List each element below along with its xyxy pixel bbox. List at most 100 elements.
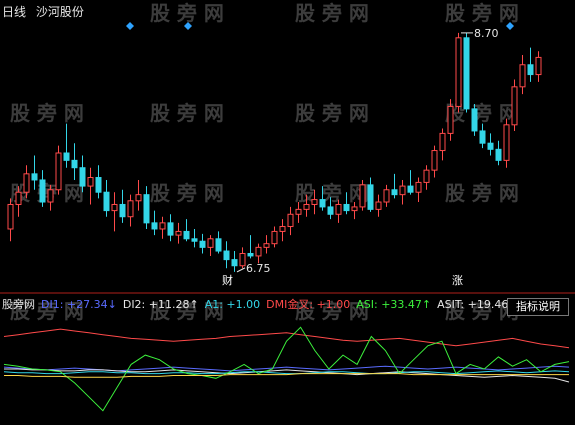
indicator-line-DI2 <box>4 368 570 383</box>
candle-down <box>471 108 478 132</box>
candle-up <box>135 194 142 202</box>
candle-up <box>383 189 390 203</box>
low-price-pointer <box>236 267 246 273</box>
candle-down <box>391 189 398 196</box>
candle-up <box>159 222 166 230</box>
candle-up <box>423 169 430 183</box>
candlestick-series <box>7 32 542 272</box>
candle-up <box>375 201 382 210</box>
candle-down <box>71 159 78 169</box>
indicator-legend: 股旁网 DI1: +27.34↓ DI2: +11.28↑ A1: +1.00 DMI金… <box>2 298 560 312</box>
candle-down <box>151 222 158 230</box>
stock-name: 沙河股份 <box>35 5 84 19</box>
watermark-text: 股 旁 网 <box>150 181 224 205</box>
candle-down <box>79 167 86 187</box>
chart-title: 日线 沙河股份 <box>2 3 84 20</box>
watermark-text: 股 旁 网 <box>10 101 84 125</box>
candle-up <box>263 243 270 248</box>
candle-down <box>247 252 254 257</box>
candle-up <box>207 238 214 248</box>
candle-up <box>287 213 294 228</box>
indicator-label: DI1: +27.34↓ <box>41 298 117 311</box>
candle-down <box>223 250 230 261</box>
indicator-label: ASI: +33.47↑ <box>356 298 432 311</box>
indicator-lines <box>3 326 570 412</box>
candle-down <box>327 206 334 215</box>
indicator-help-button[interactable]: 指标说明 <box>507 298 569 316</box>
watermark-text: 股 旁 网 <box>445 1 519 25</box>
candle-up <box>175 230 182 236</box>
candle-up <box>447 105 454 134</box>
candle-down <box>63 152 70 161</box>
watermark-text: 股 旁 网 <box>295 101 369 125</box>
indicator-label: 股旁网 <box>2 298 35 311</box>
candle-down <box>199 240 206 248</box>
candle-up <box>519 64 526 88</box>
diamond-signal-marker <box>126 22 134 30</box>
candle-up <box>439 132 446 152</box>
candle-up <box>15 191 22 205</box>
candle-up <box>399 185 406 196</box>
candle-down <box>231 259 238 267</box>
candle-up <box>271 230 278 245</box>
candle-up <box>111 203 118 212</box>
candle-down <box>39 179 46 203</box>
candle-up <box>431 150 438 171</box>
candle-up <box>511 86 518 126</box>
candle-up <box>23 173 30 193</box>
candle-down <box>487 142 494 150</box>
candle-down <box>495 148 502 161</box>
watermark-text: 股 旁 网 <box>150 101 224 125</box>
candle-down <box>95 177 102 193</box>
candle-up <box>455 37 462 107</box>
period-label: 日线 <box>2 5 27 19</box>
indicator-label: DMI金叉: +1.00 <box>266 298 351 311</box>
candle-up <box>47 189 54 203</box>
candle-down <box>527 64 534 76</box>
watermark-text: 股 旁 网 <box>295 1 369 25</box>
candle-down <box>103 191 110 212</box>
candle-up <box>55 152 62 191</box>
chart-canvas: 股 旁 网股 旁 网股 旁 网股 旁 网股 旁 网股 旁 网股 旁 网股 旁 网… <box>0 1 575 412</box>
candle-up <box>279 226 286 232</box>
candle-down <box>183 230 190 240</box>
indicator-line-DMI金叉 <box>3 328 570 349</box>
candle-down <box>215 238 222 252</box>
candle-up <box>359 184 366 208</box>
candle-down <box>143 194 150 224</box>
candle-down <box>343 203 350 212</box>
candle-up <box>415 181 422 193</box>
candle-up <box>311 199 318 205</box>
indicator-line-A1 <box>3 370 570 375</box>
candle-up <box>255 246 262 257</box>
indicator-label: A1: +1.00 <box>204 298 261 311</box>
candle-down <box>319 199 326 208</box>
candle-up <box>7 203 14 230</box>
candle-down <box>119 203 126 218</box>
candle-down <box>167 222 174 236</box>
candle-up <box>335 203 342 215</box>
indicator-label: DI2: +11.28↑ <box>122 298 199 311</box>
candle-up <box>503 124 510 161</box>
candle-up <box>303 203 310 210</box>
candle-up <box>535 56 542 76</box>
watermark-text: 股 旁 网 <box>150 1 224 25</box>
candle-up <box>239 252 246 267</box>
candle-down <box>479 130 486 144</box>
candle-down <box>31 173 38 181</box>
candle-up <box>127 200 134 218</box>
indicator-line-ASIT <box>4 373 569 378</box>
candle-up <box>87 177 94 187</box>
candle-down <box>367 184 374 210</box>
low-price-label: 6.75 <box>246 262 271 275</box>
candle-up <box>295 208 302 215</box>
buy-signal-label: 财 <box>222 273 233 287</box>
high-price-label: 8.70 <box>474 27 499 40</box>
indicator-label: ASIT: +19.46↑ <box>437 298 518 311</box>
candle-up <box>351 206 358 212</box>
candle-down <box>463 37 470 110</box>
candle-down <box>407 185 414 193</box>
sell-signal-label: 涨 <box>452 274 463 287</box>
watermark-text: 股 旁 网 <box>445 181 519 205</box>
candle-down <box>191 238 198 242</box>
